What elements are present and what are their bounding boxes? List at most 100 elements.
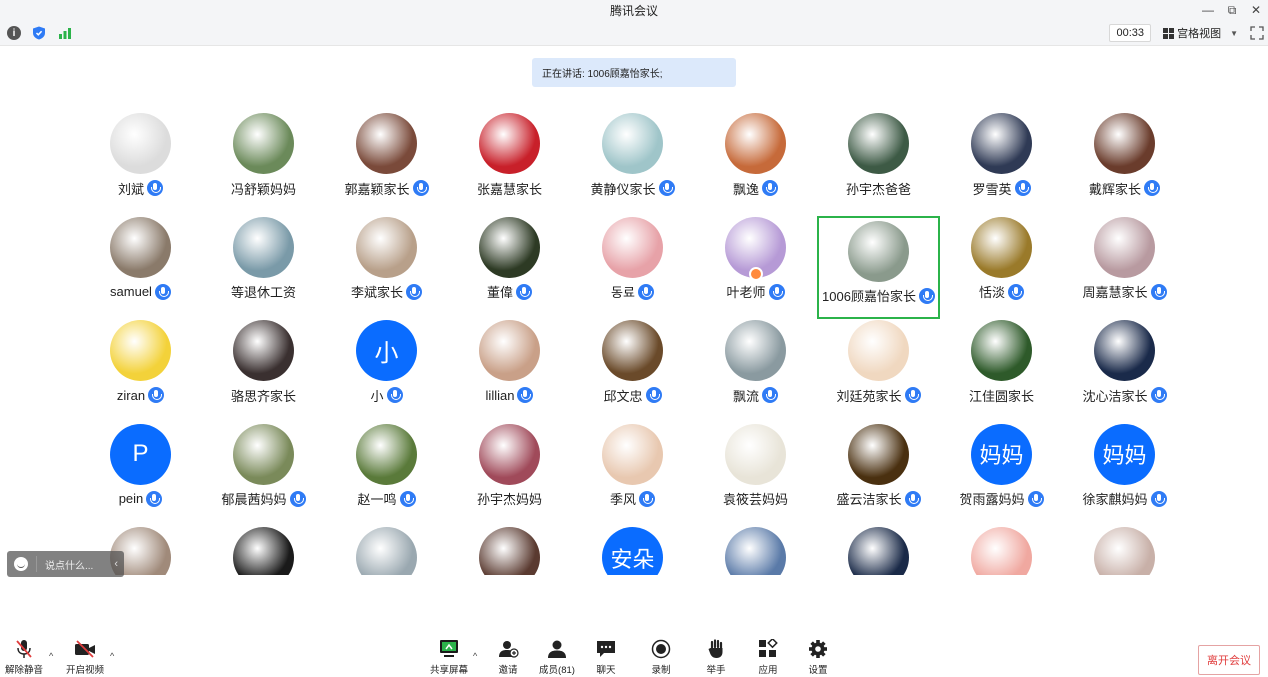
host-badge-icon	[749, 266, 763, 281]
avatar	[848, 320, 909, 381]
participant-tile[interactable]: 张嘉慧家长	[448, 112, 571, 215]
raise-hand-button[interactable]: 举手	[692, 639, 740, 676]
mic-on-icon	[1008, 283, 1024, 300]
participant-name: 郁晨茜妈妈	[221, 492, 287, 507]
chat-button[interactable]: 聊天	[582, 639, 630, 676]
shield-icon[interactable]	[32, 26, 46, 40]
participant-tile[interactable]: 孙宇杰爸爸	[817, 112, 940, 215]
mic-on-icon	[386, 387, 403, 403]
start-video-button[interactable]: 开启视频	[61, 639, 109, 676]
participant-tile[interactable]: 李斌家长	[325, 216, 448, 319]
avatar	[971, 527, 1032, 575]
participant-tile[interactable]	[694, 526, 817, 575]
settings-label: 设置	[808, 665, 828, 676]
view-switch-button[interactable]: 宫格视图 ▼	[1163, 24, 1238, 42]
participant-name-row: 冯舒颖妈妈	[202, 178, 325, 198]
participant-tile[interactable]: 董偉	[448, 216, 571, 319]
participant-tile[interactable]: ziran	[79, 319, 202, 422]
participant-tile[interactable]: 冯舒颖妈妈	[202, 112, 325, 215]
emoji-icon[interactable]	[14, 557, 28, 571]
participant-tile[interactable]	[940, 526, 1063, 575]
participant-tile[interactable]	[817, 526, 940, 575]
fullscreen-icon[interactable]	[1250, 26, 1264, 40]
participant-tile[interactable]: 罗雪英	[940, 112, 1063, 215]
participant-tile[interactable]: 小小	[325, 319, 448, 422]
share-screen-label: 共享屏幕	[429, 665, 468, 676]
unmute-button[interactable]: 解除静音	[0, 639, 48, 676]
members-button[interactable]: 成员(81)	[533, 639, 581, 676]
info-icon[interactable]: i	[7, 26, 21, 40]
avatar: 妈妈	[1094, 423, 1155, 485]
participant-name-row: samuel	[79, 282, 202, 302]
participant-tile[interactable]: 安朵	[571, 526, 694, 575]
participant-tile[interactable]	[202, 526, 325, 575]
participant-tile[interactable]: 妈妈 贺雨露妈妈	[940, 423, 1063, 526]
signal-icon[interactable]	[58, 26, 72, 40]
participant-name-row: 季风	[571, 489, 694, 509]
meeting-info-bar: i 00:33 宫格视图 ▼	[0, 20, 1268, 46]
participant-tile[interactable]: lillian	[448, 319, 571, 422]
participant-tile[interactable]: 叶老师	[694, 216, 817, 319]
participant-tile[interactable]: 恬淡	[940, 216, 1063, 319]
participant-tile[interactable]: 季风	[571, 423, 694, 526]
participant-tile[interactable]: 孙宇杰妈妈	[448, 423, 571, 526]
participant-tile[interactable]: 赵一鸣	[325, 423, 448, 526]
share-screen-button[interactable]: 共享屏幕	[425, 639, 473, 676]
participant-tile[interactable]: 江佳圆家长	[940, 319, 1063, 422]
avatar	[356, 113, 417, 174]
record-button[interactable]: 录制	[637, 639, 685, 676]
participant-tile[interactable]: Ppein	[79, 423, 202, 526]
mic-on-icon	[154, 283, 171, 300]
participant-name-row: 罗雪英	[940, 178, 1063, 198]
participant-tile[interactable]: 刘斌	[79, 112, 202, 215]
share-options-caret[interactable]: ^	[473, 651, 477, 661]
participant-name: 董偉	[486, 285, 513, 300]
invite-button[interactable]: 邀请	[484, 639, 532, 676]
participant-tile[interactable]: 郁晨茜妈妈	[202, 423, 325, 526]
restore-button[interactable]: ⧉	[1220, 0, 1244, 20]
collapse-icon[interactable]: ‹	[114, 558, 118, 570]
participant-name: 叶老师	[726, 285, 766, 300]
mic-on-icon	[1144, 180, 1160, 196]
leave-meeting-button[interactable]: 离开会议	[1198, 645, 1260, 675]
participant-tile[interactable]: 刘廷苑家长	[817, 319, 940, 422]
participant-tile[interactable]: 邱文忠	[571, 319, 694, 422]
close-button[interactable]: ✕	[1244, 0, 1268, 20]
minimize-button[interactable]: —	[1196, 0, 1220, 20]
participant-name-row: ziran	[79, 385, 202, 405]
settings-button[interactable]: 设置	[794, 639, 842, 676]
participant-tile[interactable]: 等退休工资	[202, 216, 325, 319]
avatar: P	[110, 423, 171, 485]
participant-tile[interactable]	[325, 526, 448, 575]
participant-name: 骆思齐家长	[230, 388, 296, 404]
avatar	[356, 423, 417, 485]
invite-label: 邀请	[498, 665, 518, 676]
participant-tile[interactable]: 飘流	[694, 319, 817, 422]
participant-tile[interactable]: 郭嘉颖家长	[325, 112, 448, 215]
participant-tile[interactable]: 骆思齐家长	[202, 319, 325, 422]
video-options-caret[interactable]: ^	[110, 651, 114, 661]
participant-name: 刘廷苑家长	[836, 388, 902, 404]
mic-on-icon	[148, 387, 165, 403]
participant-tile[interactable]: 袁筱芸妈妈	[694, 423, 817, 526]
avatar	[602, 113, 663, 174]
participant-tile[interactable]: 1006顾嘉怡家长	[817, 215, 940, 319]
hand-icon	[708, 639, 723, 658]
participant-name-row: 小	[325, 385, 448, 405]
participant-tile[interactable]: 飘逸	[694, 112, 817, 215]
participant-tile[interactable]	[1063, 526, 1186, 575]
participant-tile[interactable]: 沈心洁家长	[1063, 319, 1186, 422]
participant-tile[interactable]: 黄静仪家长	[571, 112, 694, 215]
participant-tile[interactable]: samuel	[79, 216, 202, 319]
participant-tile[interactable]: 戴辉家长	[1063, 112, 1186, 215]
audio-options-caret[interactable]: ^	[49, 651, 53, 661]
participant-tile[interactable]: 妈妈 徐家麒妈妈	[1063, 423, 1186, 526]
participant-tile[interactable]	[448, 526, 571, 575]
participant-tile[interactable]: 周嘉慧家长	[1063, 216, 1186, 319]
participant-tile[interactable]: 동료	[571, 216, 694, 319]
chat-input-box[interactable]: 说点什么... ‹	[7, 551, 124, 577]
apps-button[interactable]: 应用	[744, 639, 792, 676]
participant-name: 1006顾嘉怡家长	[822, 289, 916, 304]
participant-tile[interactable]: 盛云洁家长	[817, 423, 940, 526]
participant-name-row: 邱文忠	[571, 385, 694, 405]
